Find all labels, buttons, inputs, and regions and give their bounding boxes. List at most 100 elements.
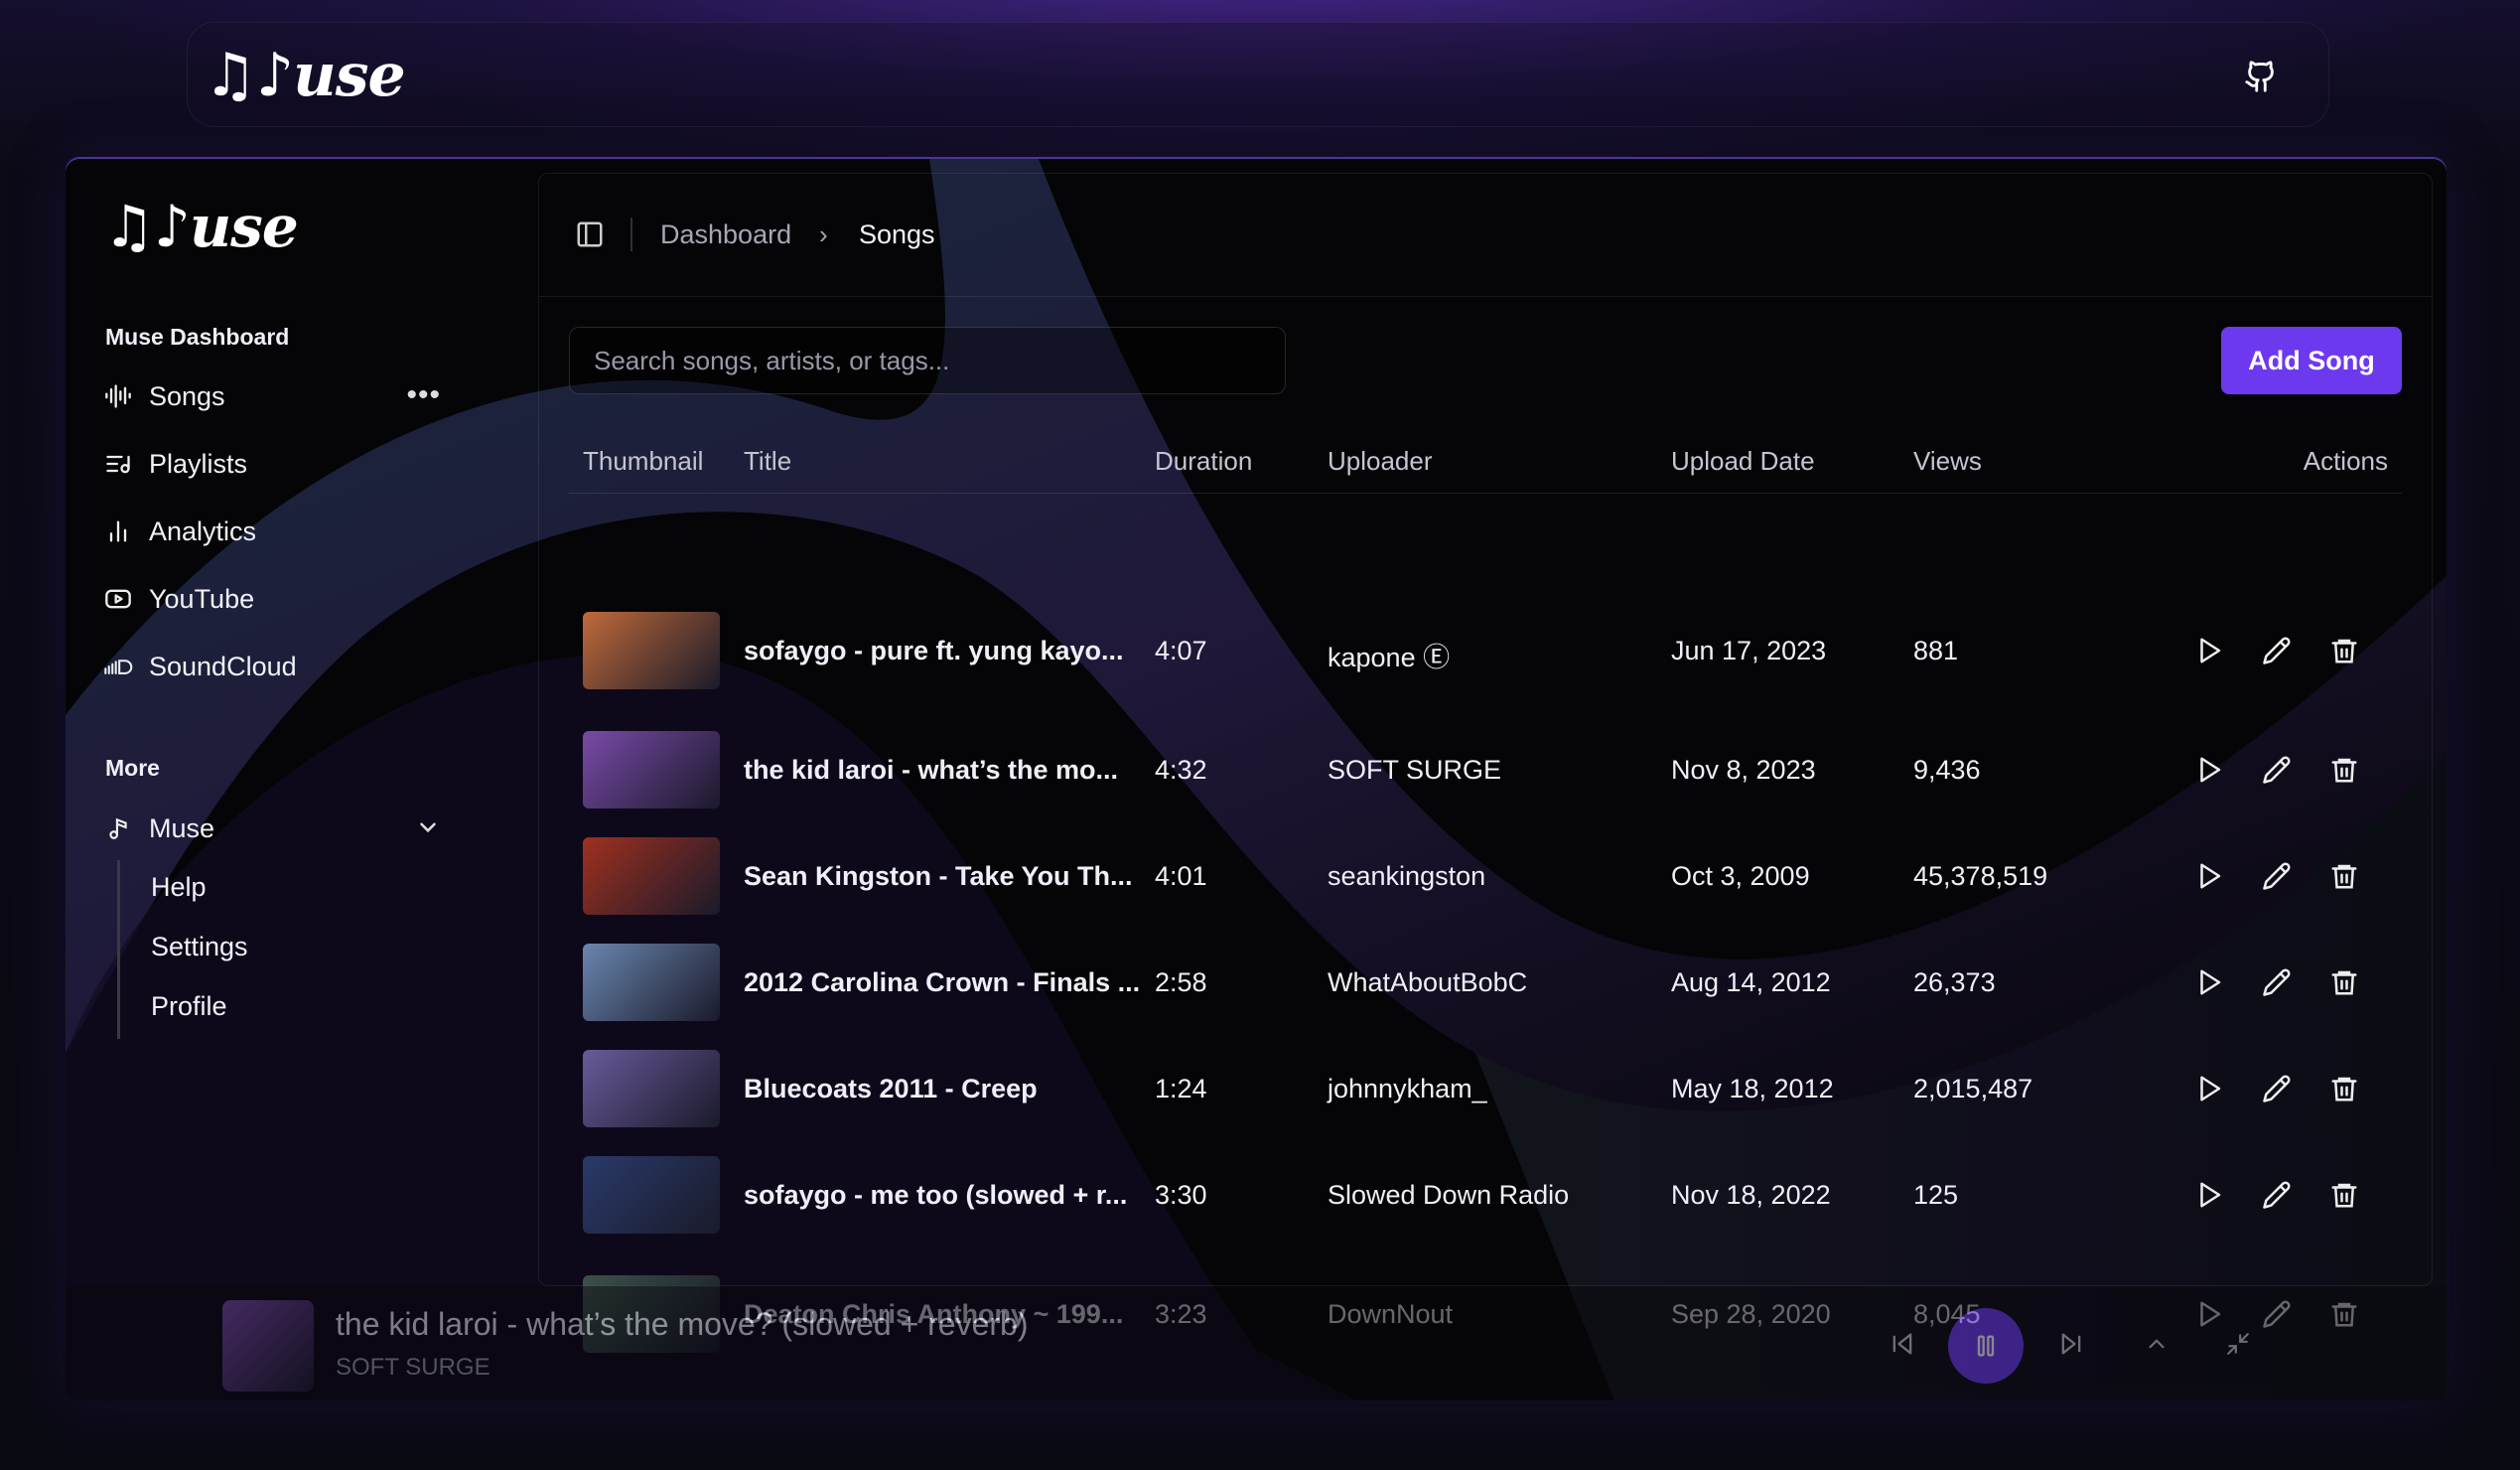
song-upload-date: Nov 18, 2022 (1671, 1180, 1831, 1210)
sidebar-item-label: Songs (149, 380, 225, 411)
list-music-icon (103, 449, 133, 479)
play-icon[interactable] (2191, 964, 2227, 1000)
table-row[interactable]: Bluecoats 2011 - Creep 1:24 johnnykham_ May… (569, 1036, 2402, 1141)
song-uploader: seankingston (1328, 861, 1486, 891)
submenu-line (117, 860, 120, 1039)
table-row[interactable]: Sean Kingston - Take You Th... 4:01 seanki… (569, 823, 2402, 929)
trash-icon[interactable] (2326, 1177, 2362, 1213)
song-title: sofaygo - me too (slowed + r... (744, 1180, 1128, 1210)
chevron-up-icon[interactable] (2139, 1326, 2174, 1362)
column-header-views: Views (1913, 446, 1982, 476)
song-views: 125 (1913, 1180, 1959, 1210)
song-uploader: Slowed Down Radio (1328, 1180, 1570, 1210)
breadcrumb-dashboard[interactable]: Dashboard (660, 220, 791, 250)
song-views: 881 (1913, 636, 1959, 665)
sidebar-toggle-icon[interactable] (575, 220, 607, 251)
song-thumbnail (583, 837, 720, 915)
sidebar-item-analytics[interactable]: Analytics (103, 504, 441, 559)
edit-icon[interactable] (2259, 633, 2295, 668)
trash-icon[interactable] (2326, 633, 2362, 668)
song-duration: 3:30 (1155, 1180, 1207, 1210)
song-title: Bluecoats 2011 - Creep (744, 1074, 1038, 1103)
player-thumbnail[interactable] (222, 1300, 314, 1392)
sidebar-item-label: Muse (149, 812, 215, 843)
search-input[interactable]: Search songs, artists, or tags... (569, 327, 1286, 394)
play-icon[interactable] (2191, 752, 2227, 788)
column-header-duration: Duration (1155, 446, 1253, 476)
sidebar-item-songs[interactable]: Songs ••• (103, 368, 441, 424)
song-upload-date: Oct 3, 2009 (1671, 861, 1810, 891)
edit-icon[interactable] (2259, 858, 2295, 894)
sidebar-item-soundcloud[interactable]: SoundCloud (103, 639, 441, 694)
song-views: 45,378,519 (1913, 861, 2048, 891)
sidebar-logo[interactable]: ♫♪use (103, 195, 299, 258)
song-duration: 2:58 (1155, 967, 1207, 997)
minimize-icon[interactable] (2220, 1326, 2256, 1362)
mini-player: the kid laroi - what’s the move? (slowed… (66, 1286, 2447, 1400)
trash-icon[interactable] (2326, 1071, 2362, 1106)
column-header-upload-date: Upload Date (1671, 446, 1815, 476)
song-duration: 4:32 (1155, 755, 1207, 785)
trash-icon[interactable] (2326, 964, 2362, 1000)
sidebar-item-label: Analytics (149, 515, 257, 546)
breadcrumb-separator: › (819, 220, 828, 249)
sidebar-item-playlists[interactable]: Playlists (103, 436, 441, 492)
table-row[interactable]: 2012 Carolina Crown - Finals ... 2:58 What… (569, 930, 2402, 1035)
more-options-icon[interactable]: ••• (406, 378, 441, 412)
table-row[interactable]: sofaygo - pure ft. yung kayo... 4:07 kapon… (569, 598, 2402, 703)
table-row[interactable]: the kid laroi - what’s the mo... 4:32 SOFT… (569, 717, 2402, 822)
add-song-button[interactable]: Add Song (2221, 327, 2402, 394)
sidebar-item-youtube[interactable]: YouTube (103, 571, 441, 627)
muse-logo[interactable]: ♫♪use (204, 41, 406, 110)
trash-icon[interactable] (2326, 858, 2362, 894)
sidebar-subitem-help[interactable]: Help (151, 872, 207, 903)
sidebar-group-label: Muse Dashboard (105, 324, 290, 350)
song-uploader: kapone Ⓔ (1328, 643, 1451, 672)
edit-icon[interactable] (2259, 1177, 2295, 1213)
player-track-artist: SOFT SURGE (336, 1354, 490, 1381)
column-header-title: Title (744, 446, 792, 476)
github-icon[interactable] (2241, 57, 2281, 96)
song-thumbnail (583, 944, 720, 1021)
song-duration: 4:01 (1155, 861, 1207, 891)
song-upload-date: Nov 8, 2023 (1671, 755, 1816, 785)
play-icon[interactable] (2191, 858, 2227, 894)
play-icon[interactable] (2191, 1071, 2227, 1106)
app-window: ♫♪use Muse Dashboard Songs ••• Playlists… (66, 159, 2447, 1400)
song-thumbnail (583, 731, 720, 808)
song-views: 9,436 (1913, 755, 1981, 785)
song-upload-date: May 18, 2012 (1671, 1074, 1834, 1103)
player-track-title: the kid laroi - what’s the move? (slowed… (336, 1306, 1029, 1342)
chevron-down-icon[interactable] (415, 814, 441, 847)
header-divider (630, 218, 632, 251)
song-thumbnail (583, 1050, 720, 1127)
song-upload-date: Aug 14, 2012 (1671, 967, 1831, 997)
trash-icon[interactable] (2326, 752, 2362, 788)
song-title: sofaygo - pure ft. yung kayo... (744, 636, 1124, 665)
sidebar-subitem-profile[interactable]: Profile (151, 991, 227, 1022)
song-title: 2012 Carolina Crown - Finals ... (744, 967, 1141, 997)
edit-icon[interactable] (2259, 752, 2295, 788)
song-uploader: WhatAboutBobC (1328, 967, 1528, 997)
edit-icon[interactable] (2259, 1071, 2295, 1106)
music-note-icon (103, 813, 133, 843)
table-header: Thumbnail Title Duration Uploader Upload… (569, 430, 2402, 494)
youtube-icon (103, 584, 133, 614)
breadcrumb-songs: Songs (859, 220, 935, 249)
song-duration: 4:07 (1155, 636, 1207, 665)
sidebar-item-label: Playlists (149, 448, 248, 479)
table-row[interactable]: sofaygo - me too (slowed + r... 3:30 Slowe… (569, 1142, 2402, 1248)
sidebar-subitem-settings[interactable]: Settings (151, 932, 248, 962)
song-thumbnail (583, 1156, 720, 1234)
play-icon[interactable] (2191, 633, 2227, 668)
play-pause-button[interactable] (1948, 1308, 2024, 1384)
main-header: Dashboard › Songs (539, 174, 2432, 297)
next-track-icon[interactable] (2053, 1326, 2089, 1362)
column-header-uploader: Uploader (1328, 446, 1433, 476)
play-icon[interactable] (2191, 1177, 2227, 1213)
song-views: 2,015,487 (1913, 1074, 2033, 1103)
sidebar-more-label: More (105, 755, 160, 781)
edit-icon[interactable] (2259, 964, 2295, 1000)
sidebar-item-muse[interactable]: Muse (103, 801, 441, 856)
previous-track-icon[interactable] (1885, 1326, 1920, 1362)
